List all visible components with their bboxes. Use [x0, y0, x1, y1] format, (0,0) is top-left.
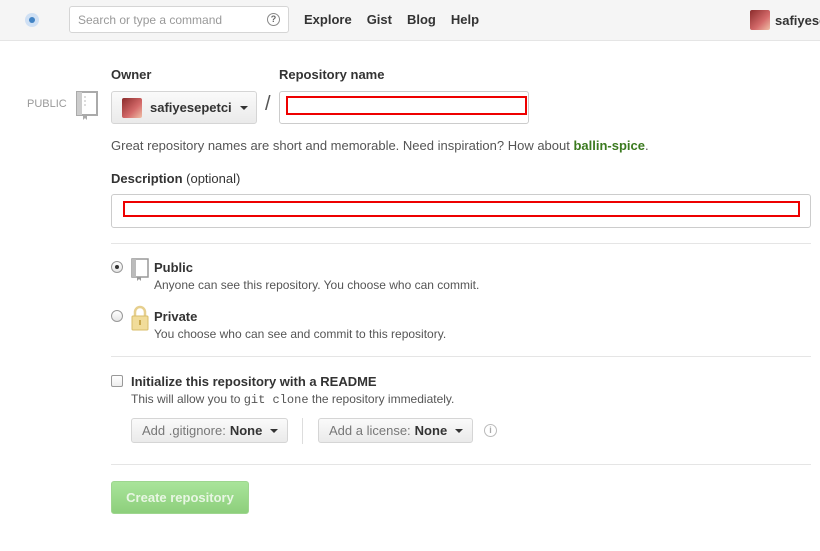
- owner-name: safiyesepetci: [150, 100, 232, 115]
- github-logo-icon[interactable]: [25, 13, 39, 27]
- repo-name-highlight: [286, 96, 527, 115]
- user-menu[interactable]: safiyesepetci: [750, 10, 820, 30]
- divider: [111, 356, 811, 357]
- owner-avatar: [122, 97, 142, 118]
- main-nav: Explore Gist Blog Help: [304, 12, 479, 27]
- private-radio[interactable]: [111, 310, 123, 322]
- description-label: Description (optional): [111, 171, 240, 186]
- gitignore-select[interactable]: Add .gitignore: None: [131, 418, 288, 443]
- description-label-text: Description: [111, 171, 183, 186]
- license-select[interactable]: Add a license: None: [318, 418, 473, 443]
- readme-desc-suffix: the repository immediately.: [308, 392, 455, 406]
- chevron-down-icon: [270, 428, 279, 433]
- gitignore-prefix: Add .gitignore:: [142, 423, 226, 438]
- owner-repo-separator: /: [265, 93, 271, 115]
- public-tag: PUBLIC: [27, 98, 67, 110]
- lock-icon: [131, 305, 149, 331]
- public-repo-icon: [131, 258, 149, 281]
- public-repo-icon: [76, 91, 98, 120]
- hint-text: Great repository names are short and mem…: [111, 138, 574, 153]
- readme-desc: This will allow you to git clone the rep…: [131, 392, 454, 407]
- gitignore-value: None: [229, 423, 263, 438]
- avatar[interactable]: [750, 10, 770, 30]
- chevron-down-icon: [239, 105, 248, 110]
- divider: [111, 243, 811, 244]
- description-highlight: [123, 201, 800, 217]
- hint-suffix: .: [645, 138, 649, 153]
- readme-checkbox[interactable]: [111, 375, 123, 387]
- public-radio[interactable]: [111, 261, 123, 273]
- owner-label: Owner: [111, 67, 152, 82]
- optional-tag: (optional): [186, 171, 241, 186]
- divider: [111, 464, 811, 465]
- search-box[interactable]: ?: [69, 6, 289, 33]
- nav-blog[interactable]: Blog: [407, 12, 436, 27]
- nav-gist[interactable]: Gist: [367, 12, 392, 27]
- license-prefix: Add a license:: [329, 423, 411, 438]
- public-option-desc: Anyone can see this repository. You choo…: [154, 278, 480, 292]
- git-clone-code: git clone: [243, 393, 309, 407]
- license-value: None: [414, 423, 448, 438]
- repo-name-label: Repository name: [279, 67, 385, 82]
- public-option-title[interactable]: Public: [154, 260, 193, 275]
- readme-title[interactable]: Initialize this repository with a README: [131, 374, 377, 389]
- search-input[interactable]: [70, 7, 260, 32]
- help-icon[interactable]: ?: [267, 13, 280, 26]
- suggestion-link[interactable]: ballin-spice: [573, 138, 645, 153]
- create-repository-button[interactable]: Create repository: [111, 481, 249, 514]
- nav-help[interactable]: Help: [451, 12, 479, 27]
- nav-explore[interactable]: Explore: [304, 12, 352, 27]
- chevron-down-icon: [455, 428, 464, 433]
- private-option-desc: You choose who can see and commit to thi…: [154, 327, 447, 341]
- owner-select-button[interactable]: safiyesepetci: [111, 91, 257, 124]
- repo-name-hint: Great repository names are short and mem…: [111, 138, 649, 153]
- private-option-title[interactable]: Private: [154, 309, 197, 324]
- select-separator: [302, 418, 303, 444]
- info-icon[interactable]: i: [484, 424, 497, 437]
- username[interactable]: safiyesepetci: [775, 13, 820, 28]
- readme-desc-prefix: This will allow you to: [131, 392, 244, 406]
- top-header: ? Explore Gist Blog Help safiyesepetci: [0, 0, 820, 41]
